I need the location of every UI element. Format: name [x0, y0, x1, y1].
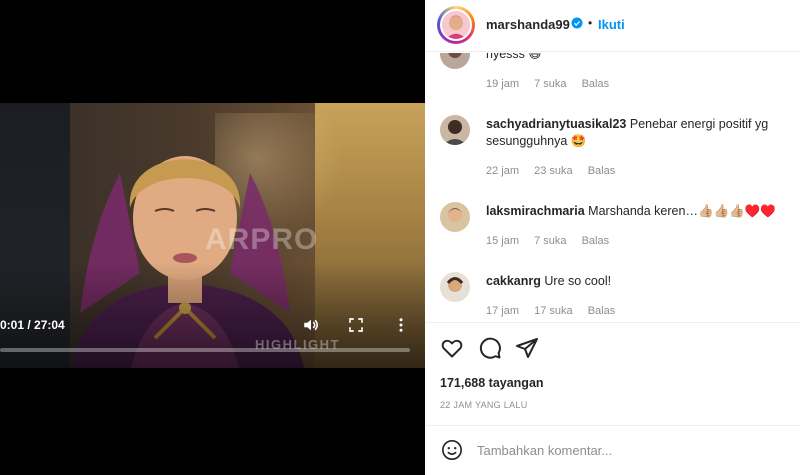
- instagram-post-view: ARPRO HIGHLIGHT 0:01 / 27:04 marshanda99…: [0, 0, 800, 475]
- comment-body: sachyadrianytuasikal23 Penebar energi po…: [486, 116, 776, 150]
- post-timestamp: 22 JAM YANG LALU: [440, 400, 528, 410]
- video-progress-bar[interactable]: [0, 348, 410, 352]
- fullscreen-icon[interactable]: [347, 316, 365, 334]
- view-count[interactable]: 171,688 tayangan: [440, 376, 544, 390]
- avatar: [440, 9, 472, 41]
- reply-button[interactable]: Balas: [582, 235, 610, 247]
- verified-badge-icon: [571, 17, 583, 29]
- comment-time: 22 jam: [486, 165, 520, 177]
- post-header: marshanda99 • Ikuti: [425, 0, 800, 52]
- comment-likes[interactable]: 17 suka: [534, 305, 573, 317]
- emoji-icon[interactable]: [441, 439, 463, 461]
- video-controls: 0:01 / 27:04: [0, 310, 425, 370]
- video-time: 0:01 / 27:04: [0, 318, 65, 332]
- reply-button[interactable]: Balas: [588, 305, 616, 317]
- comment-likes[interactable]: 23 suka: [534, 165, 573, 177]
- comment-avatar[interactable]: [440, 272, 470, 302]
- share-icon[interactable]: [515, 336, 539, 360]
- comments-list[interactable]: nyesss 😆 19 jam 7 suka Balas sachyadrian…: [425, 53, 800, 321]
- video-watermark-logo: ARPRO: [205, 223, 319, 256]
- comment-text: nyesss 😆: [486, 53, 542, 61]
- comment-input[interactable]: [477, 439, 777, 461]
- comment-avatar[interactable]: [440, 202, 470, 232]
- comment-icon[interactable]: [478, 336, 502, 360]
- media-panel: ARPRO HIGHLIGHT 0:01 / 27:04: [0, 0, 425, 475]
- more-options-icon[interactable]: [392, 316, 410, 334]
- comment-username[interactable]: sachyadrianytuasikal23: [486, 117, 626, 131]
- post-sidebar: marshanda99 • Ikuti nyesss 😆 19 jam 7 su…: [425, 0, 800, 475]
- comment-body: cakkanrg Ure so cool!: [486, 273, 776, 290]
- comment-body: laksmirachmaria Marshanda keren…👍🏼👍🏼👍🏼♥️…: [486, 203, 776, 220]
- comment-avatar[interactable]: [440, 115, 470, 145]
- add-comment-bar: [425, 425, 800, 475]
- comment-username[interactable]: cakkanrg: [486, 274, 541, 288]
- comment-text: Ure so cool!: [544, 274, 612, 288]
- comment-time: 15 jam: [486, 235, 520, 247]
- comment-meta: 22 jam 23 suka Balas: [486, 165, 627, 177]
- comment-meta: 15 jam 7 suka Balas: [486, 235, 621, 247]
- header-separator: •: [588, 16, 593, 30]
- comment-likes[interactable]: 7 suka: [534, 78, 566, 90]
- comment-time: 19 jam: [486, 78, 520, 90]
- heart-icon[interactable]: [440, 336, 464, 360]
- reply-button[interactable]: Balas: [588, 165, 616, 177]
- post-actions: 171,688 tayangan 22 JAM YANG LALU: [425, 322, 800, 417]
- comment-meta: 17 jam 17 suka Balas: [486, 305, 627, 317]
- comment-meta: 19 jam 7 suka Balas: [486, 78, 621, 90]
- reply-button[interactable]: Balas: [582, 78, 610, 90]
- post-username[interactable]: marshanda99: [486, 17, 570, 32]
- comment-time: 17 jam: [486, 305, 520, 317]
- comment-username[interactable]: laksmirachmaria: [486, 204, 585, 218]
- follow-button[interactable]: Ikuti: [598, 17, 625, 32]
- comment-likes[interactable]: 7 suka: [534, 235, 566, 247]
- volume-icon[interactable]: [302, 316, 320, 334]
- story-ring[interactable]: [437, 6, 475, 44]
- comment-text: Marshanda keren…👍🏼👍🏼👍🏼♥️♥️: [588, 204, 776, 218]
- comment-avatar[interactable]: [440, 53, 470, 69]
